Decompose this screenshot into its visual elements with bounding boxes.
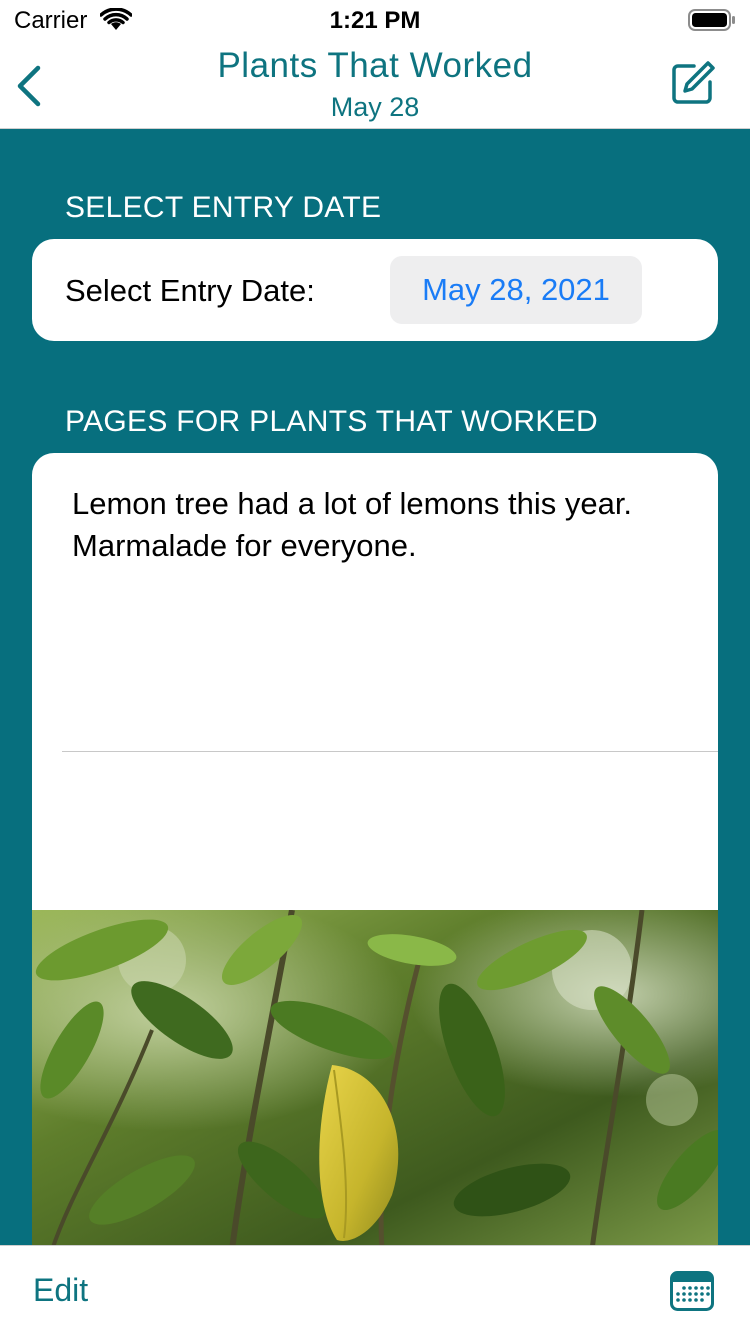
section-header-pages: PAGES FOR PLANTS THAT WORKED (65, 405, 598, 438)
calendar-icon[interactable] (670, 1271, 714, 1311)
battery-icon (688, 9, 735, 31)
date-picker-button[interactable]: May 28, 2021 (390, 256, 642, 324)
page-subtitle: May 28 (330, 92, 420, 122)
section-header-date: SELECT ENTRY DATE (65, 191, 382, 224)
note-text[interactable]: Lemon tree had a lot of lemons this year… (72, 483, 672, 567)
date-card: Select Entry Date: May 28, 2021 (32, 239, 718, 341)
status-bar: Carrier 1:21 PM (0, 0, 750, 40)
navigation-bar: Plants That Worked May 28 (0, 40, 750, 129)
date-label: Select Entry Date: (65, 273, 315, 308)
bottom-toolbar: Edit (0, 1245, 750, 1335)
status-time: 1:21 PM (329, 7, 421, 34)
lemon-tree-photo[interactable] (32, 910, 718, 1250)
page-title: Plants That Worked (217, 46, 533, 85)
divider (62, 751, 718, 752)
edit-button[interactable]: Edit (33, 1272, 88, 1309)
compose-icon[interactable] (670, 60, 716, 106)
page-card: Lemon tree had a lot of lemons this year… (32, 453, 718, 1283)
